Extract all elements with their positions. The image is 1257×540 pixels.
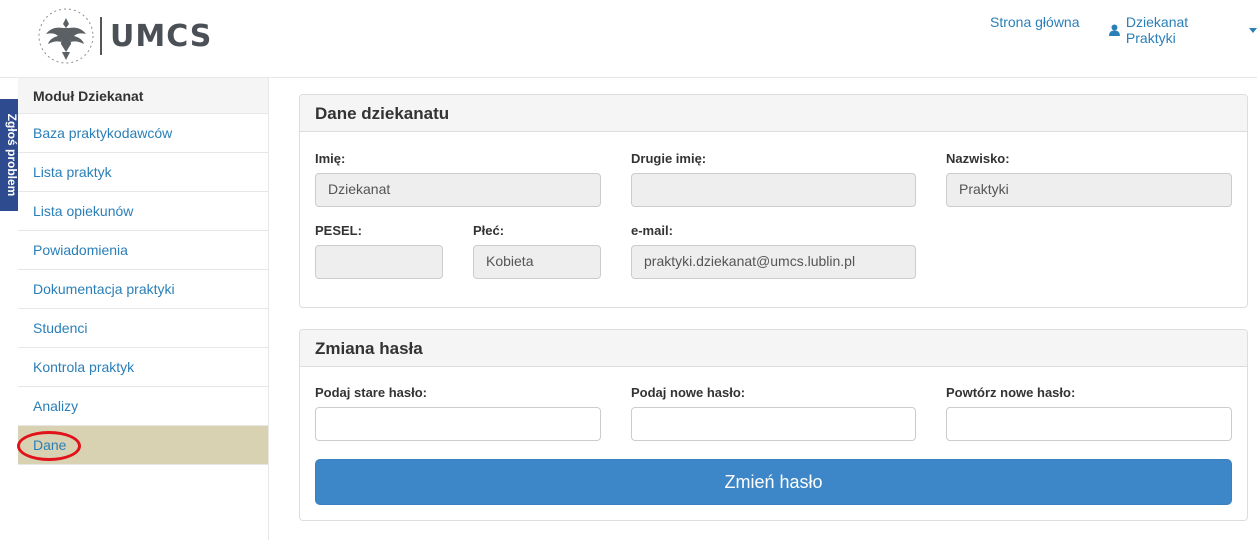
new-password-input[interactable] [631, 407, 916, 441]
imie-label: Imię: [315, 151, 346, 166]
sidebar-item-dokumentacja-praktyki[interactable]: Dokumentacja praktyki [18, 270, 268, 309]
drugie-imie-label: Drugie imię: [631, 151, 707, 166]
user-menu[interactable]: Dziekanat Praktyki [1109, 14, 1257, 46]
email-field[interactable]: praktyki.dziekanat@umcs.lublin.pl [631, 245, 916, 279]
sidebar: Moduł Dziekanat Baza praktykodawców List… [17, 78, 269, 540]
email-label: e-mail: [631, 223, 673, 238]
logo-divider [100, 17, 102, 55]
sidebar-item-analizy[interactable]: Analizy [18, 387, 268, 426]
drugie-imie-field[interactable] [631, 173, 916, 207]
umcs-logo[interactable]: UMCS [38, 8, 212, 64]
sidebar-item-powiadomienia[interactable]: Powiadomienia [18, 231, 268, 270]
panel-title: Zmiana hasła [300, 330, 1247, 367]
sidebar-item-baza-praktykodawcow[interactable]: Baza praktykodawców [18, 114, 268, 153]
dane-dziekanatu-panel: Dane dziekanatu Imię: Dziekanat Drugie i… [299, 94, 1248, 308]
panel-title: Dane dziekanatu [300, 95, 1247, 132]
imie-field[interactable]: Dziekanat [315, 173, 601, 207]
home-link[interactable]: Strona główna [990, 14, 1080, 30]
new-password-label: Podaj nowe hasło: [631, 385, 746, 400]
nazwisko-label: Nazwisko: [946, 151, 1010, 166]
sidebar-item-kontrola-praktyk[interactable]: Kontrola praktyk [18, 348, 268, 387]
pesel-label: PESEL: [315, 223, 362, 238]
top-header: UMCS Strona główna Dziekanat Praktyki [0, 0, 1257, 78]
repeat-password-input[interactable] [946, 407, 1232, 441]
repeat-password-label: Powtórz nowe hasło: [946, 385, 1076, 400]
user-menu-label: Dziekanat Praktyki [1125, 14, 1189, 46]
sidebar-title: Moduł Dziekanat [18, 78, 268, 114]
plec-label: Płeć: [473, 223, 505, 238]
user-icon [1109, 24, 1120, 36]
sidebar-item-lista-opiekunow[interactable]: Lista opiekunów [18, 192, 268, 231]
change-password-button[interactable]: Zmień hasło [315, 459, 1232, 505]
plec-field[interactable]: Kobieta [473, 245, 601, 279]
eagle-emblem-icon [38, 8, 94, 64]
chevron-down-icon [1249, 27, 1257, 33]
zmiana-hasla-panel: Zmiana hasła Podaj stare hasło: Podaj no… [299, 329, 1248, 521]
brand-name: UMCS [110, 18, 213, 54]
sidebar-item-dane[interactable]: Dane [17, 426, 268, 465]
pesel-field[interactable] [315, 245, 443, 279]
highlight-circle [17, 431, 81, 461]
sidebar-item-studenci[interactable]: Studenci [18, 309, 268, 348]
sidebar-item-lista-praktyk[interactable]: Lista praktyk [18, 153, 268, 192]
nazwisko-field[interactable]: Praktyki [946, 173, 1232, 207]
report-problem-label: Zgłoś problem [5, 113, 19, 197]
old-password-label: Podaj stare hasło: [315, 385, 427, 400]
old-password-input[interactable] [315, 407, 601, 441]
